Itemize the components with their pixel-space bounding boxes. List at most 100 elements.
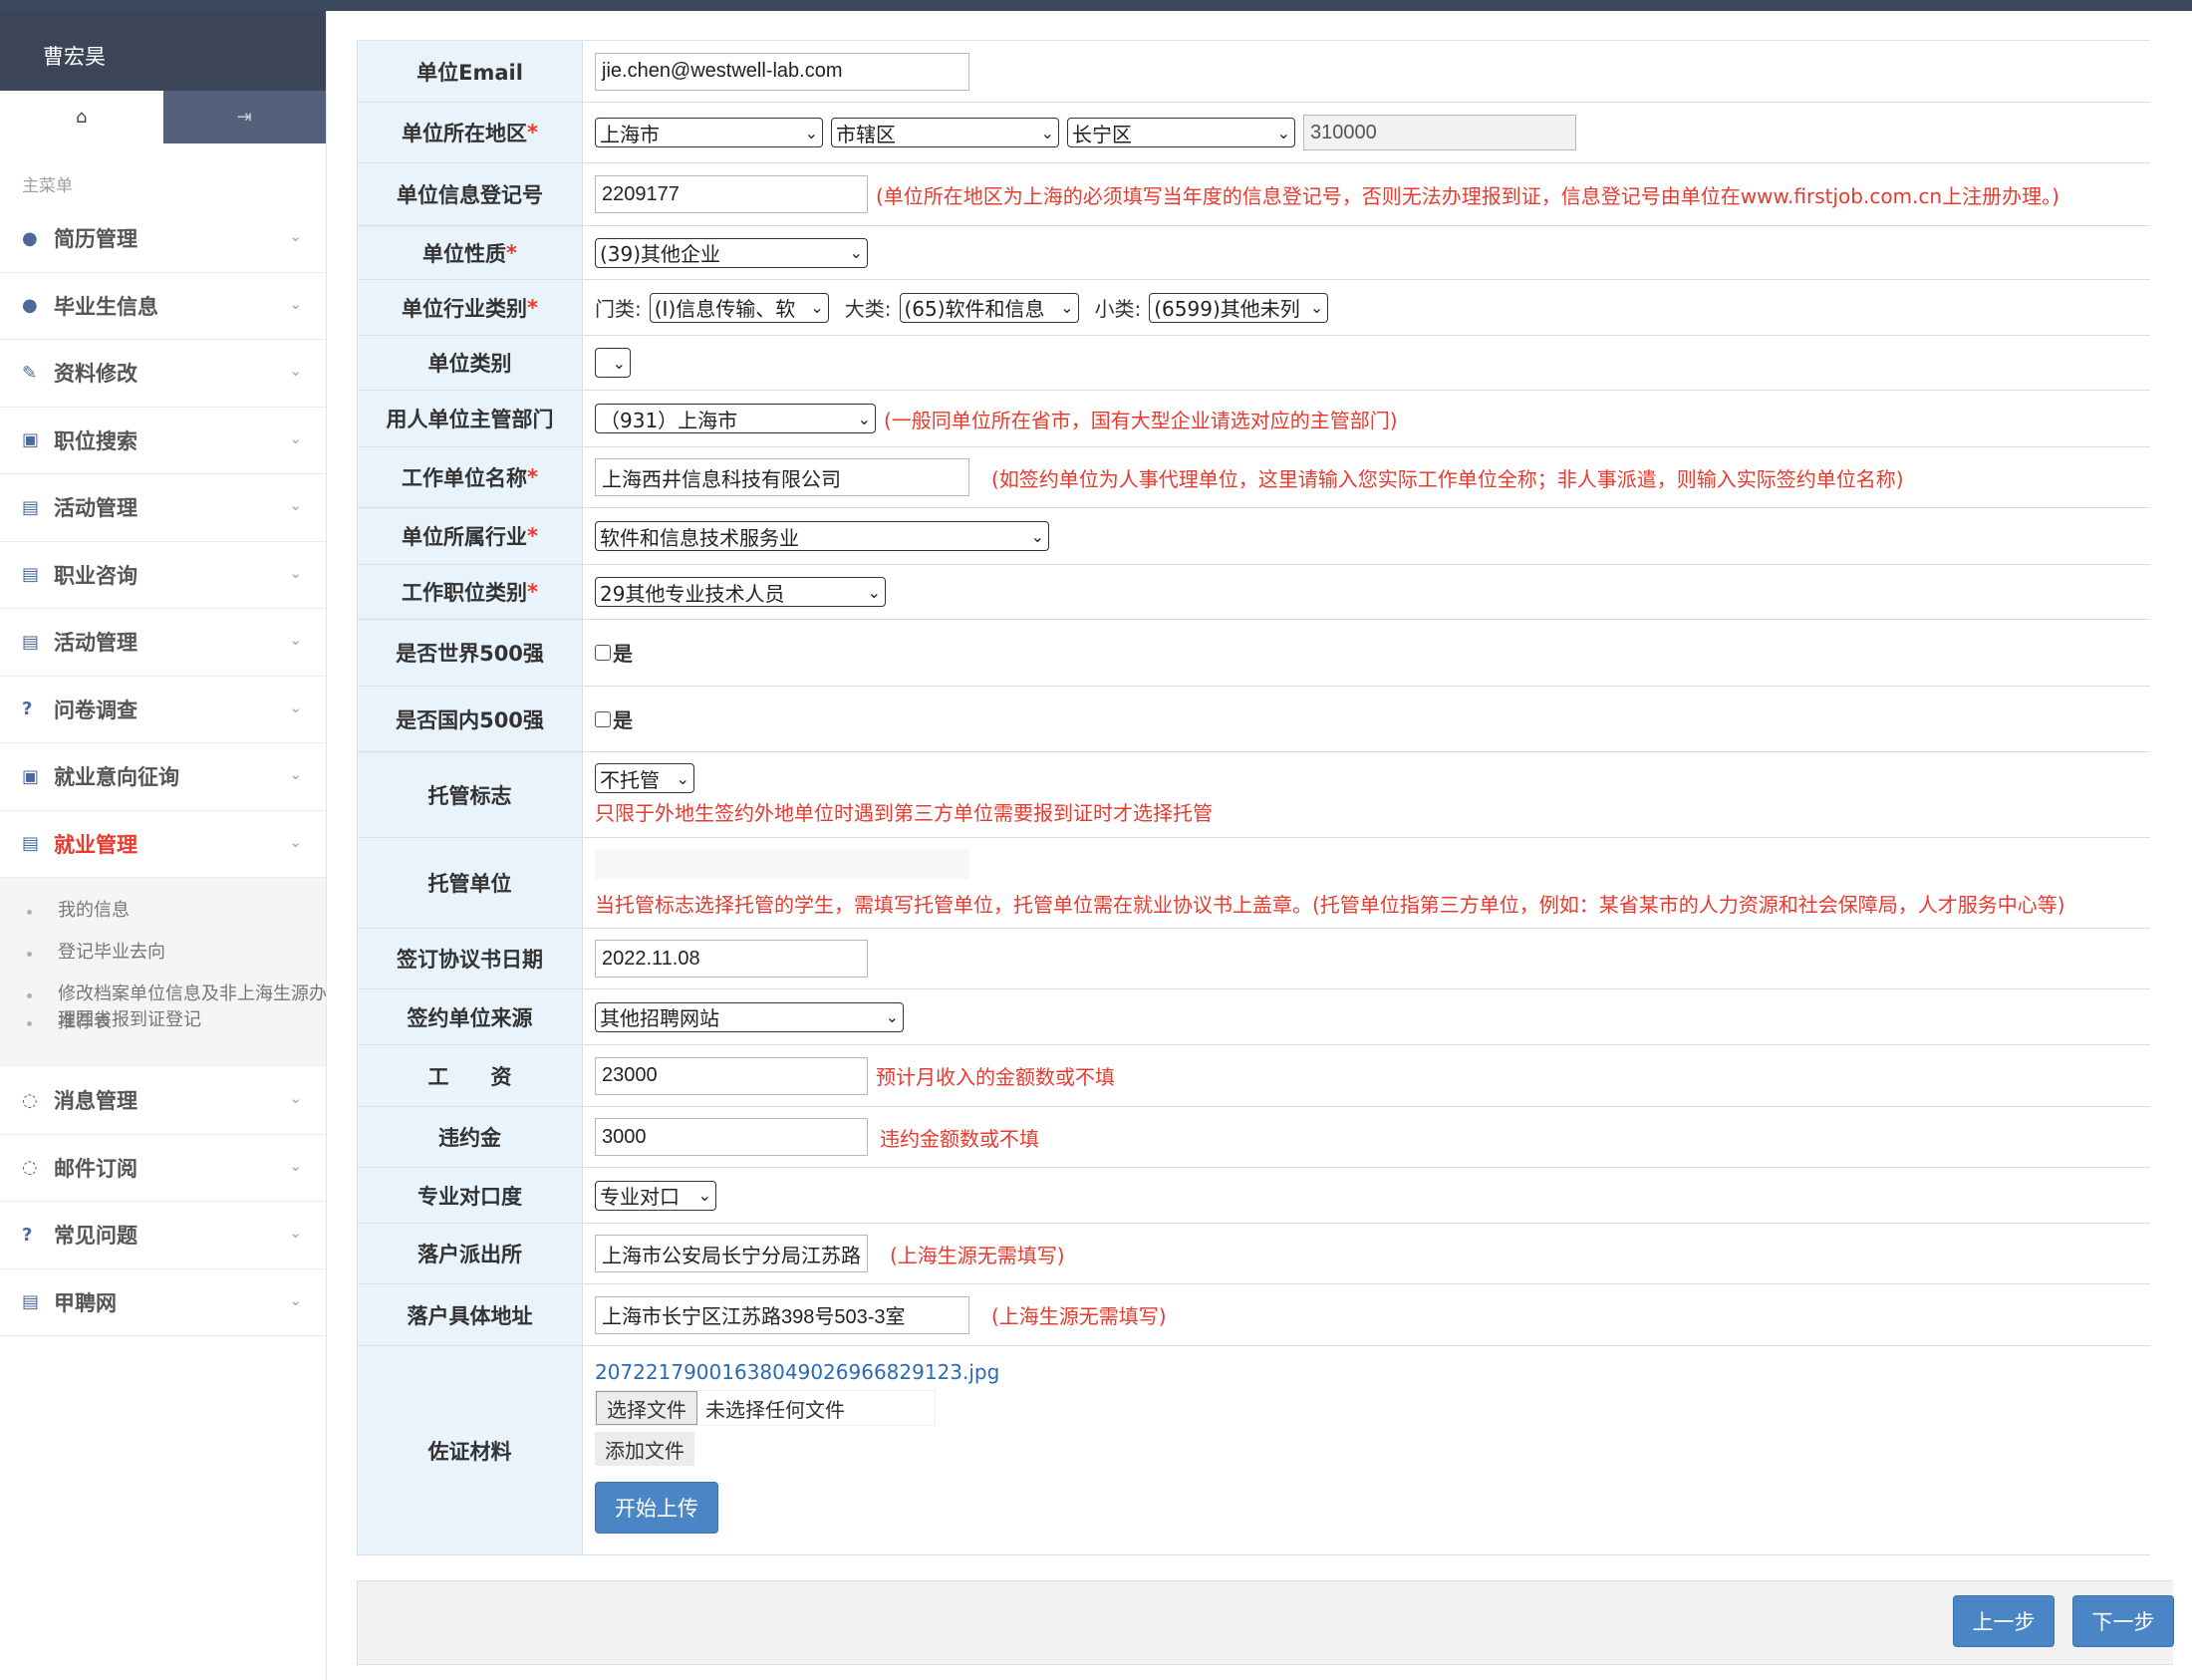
- industry-men-label: 门类:: [595, 297, 642, 321]
- choose-file-button[interactable]: 选择文件: [596, 1391, 697, 1425]
- address-hint: (上海生源无需填写): [991, 1304, 1167, 1328]
- submenu-item-register-destination[interactable]: 登记毕业去向: [0, 940, 165, 966]
- match-select[interactable]: 专业对口 ⌄: [595, 1180, 716, 1211]
- briefcase-icon: ▣: [22, 429, 40, 451]
- sidebar-item-label: 消息管理: [54, 1089, 137, 1114]
- home-icon[interactable]: ⌂: [0, 91, 163, 143]
- sidebar-item-label: 毕业生信息: [54, 294, 158, 319]
- trustunit-input[interactable]: [595, 848, 969, 879]
- industry-men-select[interactable]: (I)信息传输、软 ⌄: [649, 292, 829, 323]
- row-industry: 单位行业类别 * 门类: (I)信息传输、软 ⌄ 大类: (65)软件和信息 ⌄ 小类…: [357, 280, 2150, 336]
- district-select[interactable]: 长宁区 ⌄: [1067, 118, 1295, 147]
- nature-select[interactable]: (39)其他企业 ⌄: [595, 237, 868, 268]
- chevron-down-icon: ⌄: [289, 1224, 302, 1242]
- source-select[interactable]: 其他招聘网站 ⌄: [595, 1001, 904, 1032]
- label-signdate: 签订协议书日期: [358, 929, 583, 988]
- signdate-input[interactable]: 2022.11.08: [595, 940, 868, 978]
- row-email: 单位Email jie.chen@westwell-lab.com: [357, 41, 2150, 103]
- add-file-button[interactable]: 添加文件: [595, 1432, 694, 1466]
- prev-step-button[interactable]: 上一步: [1953, 1595, 2055, 1647]
- industry-xiao-select[interactable]: (6599)其他未列 ⌄: [1149, 292, 1329, 323]
- row-trust: 托管标志 不托管 ⌄ 只限于外地生签约外地单位时遇到第三方单位需要报到证时才选择托…: [357, 752, 2150, 838]
- address-input[interactable]: 上海市长宁区江苏路398号503-3室: [595, 1295, 969, 1334]
- logout-icon[interactable]: ⇥: [162, 91, 326, 143]
- industry-da-label: 大类:: [844, 297, 892, 321]
- salary-hint: 预计月收入的金额数或不填: [876, 1065, 1115, 1089]
- row-match: 专业对口度 专业对口 ⌄: [357, 1168, 2150, 1224]
- city-select[interactable]: 市辖区 ⌄: [831, 118, 1059, 147]
- sidebar-item-label: 简历管理: [54, 227, 137, 252]
- next-step-button[interactable]: 下一步: [2072, 1595, 2174, 1647]
- sidebar-item-employment[interactable]: ▤ 就业管理 ⌄: [0, 811, 326, 878]
- evidence-file-link[interactable]: 2072217900163804902696682912​3.jpg: [595, 1360, 999, 1384]
- sidebar-item-activity-2[interactable]: ▤ 活动管理 ⌄: [0, 609, 326, 677]
- label-world500: 是否世界500强: [358, 620, 583, 686]
- building-icon: ▤: [22, 564, 40, 586]
- industry-da-select[interactable]: (65)软件和信息 ⌄: [899, 292, 1079, 323]
- sidebar-item-label: 活动管理: [54, 496, 137, 521]
- penalty-input[interactable]: 3000: [595, 1118, 868, 1156]
- sidebar-item-label: 邮件订阅: [54, 1156, 137, 1181]
- postcode-field: 310000: [1303, 115, 1576, 150]
- belong-select[interactable]: 软件和信息技术服务业 ⌄: [595, 521, 1049, 551]
- email-input[interactable]: jie.chen@westwell-lab.com: [595, 52, 969, 91]
- workname-input[interactable]: 上海西井信息科技有限公司: [595, 458, 969, 496]
- regno-input[interactable]: 2209177: [595, 175, 868, 213]
- question-icon: ?: [22, 1224, 33, 1246]
- sidebar-item-career-consult[interactable]: ▤ 职业咨询 ⌄: [0, 542, 326, 609]
- row-signdate: 签订协议书日期 2022.11.08: [357, 929, 2150, 989]
- salary-input[interactable]: 23000: [595, 1056, 868, 1095]
- chevron-down-icon: ⌄: [289, 227, 302, 245]
- row-nature: 单位性质 * (39)其他企业 ⌄: [357, 226, 2150, 280]
- label-match: 专业对口度: [358, 1168, 583, 1223]
- briefcase-icon: ▣: [22, 765, 40, 787]
- industry-xiao-label: 小类:: [1094, 297, 1142, 321]
- china500-checkbox[interactable]: [595, 710, 611, 727]
- jobtype-select[interactable]: 29其他专业技术人员 ⌄: [595, 577, 886, 607]
- label-trustunit: 托管单位: [358, 838, 583, 928]
- comments-icon: ◌: [22, 1157, 38, 1179]
- chevron-down-icon: ⌄: [289, 765, 302, 783]
- trustunit-hint: 当托管标志选择托管的学生，需填写托管单位，托管单位需在就业协议书上盖章。(托管单…: [595, 892, 2065, 917]
- row-belong: 单位所属行业 * 软件和信息技术服务业 ⌄: [357, 508, 2150, 565]
- label-workname: 工作单位名称 *: [358, 447, 583, 507]
- sidebar-item-graduate-info[interactable]: ● 毕业生信息 ⌄: [0, 273, 326, 340]
- form-footer: 上一步 下一步: [357, 1580, 2174, 1665]
- row-trustunit: 托管单位 当托管标志选择托管的学生，需填写托管单位，托管单位需在就业协议书上盖章…: [357, 838, 2150, 929]
- submenu-item-recommendation[interactable]: 推荐表: [0, 1009, 112, 1035]
- sidebar-item-activity-1[interactable]: ▤ 活动管理 ⌄: [0, 474, 326, 542]
- no-file-text: 未选择任何文件: [705, 1397, 845, 1422]
- sidebar-item-survey[interactable]: ? 问卷调查 ⌄: [0, 677, 326, 743]
- row-category: 单位类别 ⌄: [357, 336, 2150, 391]
- sidebar-item-employment-intent[interactable]: ▣ 就业意向征询 ⌄: [0, 743, 326, 811]
- police-input[interactable]: 上海市公安局长宁分局江苏路: [595, 1235, 868, 1272]
- sidebar-item-resume[interactable]: ● 简历管理 ⌄: [0, 205, 326, 273]
- label-regno: 单位信息登记号: [358, 163, 583, 225]
- trust-select[interactable]: 不托管 ⌄: [595, 763, 694, 793]
- pencil-icon: ✎: [22, 362, 38, 384]
- sidebar-item-faq[interactable]: ? 常见问题 ⌄: [0, 1202, 326, 1269]
- row-penalty: 违约金 3000 违约金额数或不填: [357, 1107, 2150, 1168]
- china500-option: 是: [613, 708, 633, 732]
- chevron-down-icon: ⌄: [289, 362, 302, 380]
- sidebar-item-label: 问卷调查: [54, 698, 137, 722]
- building-icon: ▤: [22, 496, 40, 518]
- row-china500: 是否国内500强 是: [357, 687, 2150, 752]
- chevron-down-icon: ⌄: [289, 698, 302, 716]
- sidebar-item-mail-subscribe[interactable]: ◌ 邮件订阅 ⌄: [0, 1135, 326, 1202]
- sidebar-item-messages[interactable]: ◌ 消息管理 ⌄: [0, 1067, 326, 1135]
- sidebar-item-label: 常见问题: [54, 1224, 137, 1249]
- sidebar-item-job-search[interactable]: ▣ 职位搜索 ⌄: [0, 408, 326, 474]
- user-name: 曹宏昊: [0, 11, 326, 91]
- province-select[interactable]: 上海市 ⌄: [595, 118, 823, 147]
- row-regno: 单位信息登记号 2209177 (单位所在地区为上海的必须填写当年度的信息登记号…: [357, 163, 2150, 226]
- sidebar-item-label: 甲聘网: [54, 1290, 117, 1315]
- dept-select[interactable]: （931）上海市 ⌄: [595, 404, 876, 433]
- category-select[interactable]: ⌄: [595, 348, 631, 378]
- sidebar-item-profile-edit[interactable]: ✎ 资料修改 ⌄: [0, 340, 326, 408]
- sidebar-item-jiapin[interactable]: ▤ 甲聘网 ⌄: [0, 1269, 326, 1336]
- submenu-item-my-info[interactable]: 我的信息: [0, 898, 130, 924]
- world500-checkbox[interactable]: [595, 644, 611, 661]
- chevron-down-icon: ⌄: [289, 1089, 302, 1107]
- start-upload-button[interactable]: 开始上传: [595, 1482, 718, 1534]
